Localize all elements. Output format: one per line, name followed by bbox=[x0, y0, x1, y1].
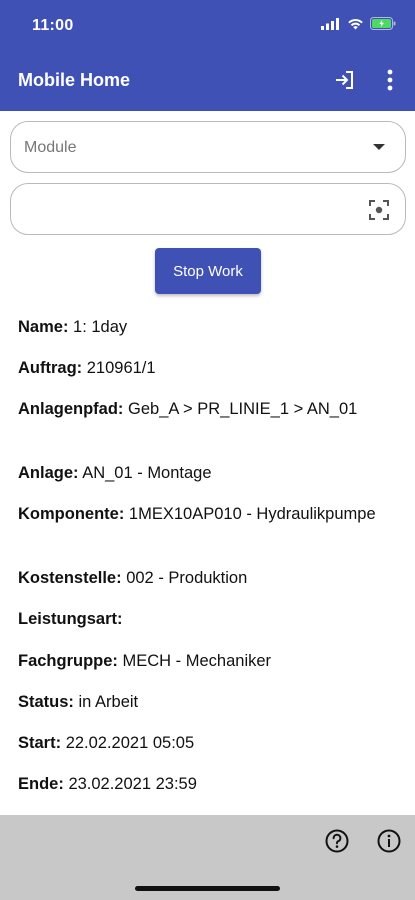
dropdown-arrow-icon bbox=[373, 144, 385, 150]
more-vert-icon bbox=[387, 69, 393, 91]
scan-field[interactable] bbox=[10, 183, 406, 235]
detail-row-start: Start: 22.02.2021 05:05 bbox=[18, 732, 403, 755]
home-indicator bbox=[135, 886, 280, 891]
detail-value: in Arbeit bbox=[78, 693, 139, 711]
detail-row-anlage: Anlage: AN_01 - Montage bbox=[18, 462, 403, 485]
signal-icon bbox=[321, 17, 339, 30]
scan-input[interactable] bbox=[24, 198, 354, 222]
detail-label: Auftrag: bbox=[18, 359, 83, 377]
detail-row-auftrag: Auftrag: 210961/1 bbox=[18, 357, 403, 380]
detail-value: 002 - Produktion bbox=[126, 569, 248, 587]
detail-label: Anlage: bbox=[18, 464, 79, 482]
wifi-icon bbox=[348, 18, 363, 29]
app-actions bbox=[329, 64, 405, 96]
detail-label: Leistungsart: bbox=[18, 610, 123, 628]
status-icons bbox=[321, 17, 397, 30]
info-icon[interactable] bbox=[376, 828, 402, 854]
detail-value: 1: 1day bbox=[73, 318, 128, 336]
detail-row-name: Name: 1: 1day bbox=[18, 316, 403, 339]
detail-row-leistungsart: Leistungsart: bbox=[18, 608, 403, 631]
header: 11:00 Mobile Home bbox=[0, 0, 415, 111]
detail-value: MECH - Mechaniker bbox=[122, 652, 272, 670]
detail-label: Fachgruppe: bbox=[18, 652, 118, 670]
detail-label: Anlagenpfad: bbox=[18, 400, 124, 418]
module-select[interactable]: Module bbox=[10, 121, 406, 173]
detail-label: Ende: bbox=[18, 775, 64, 793]
detail-label: Start: bbox=[18, 734, 62, 752]
detail-value: Geb_A > PR_LINIE_1 > AN_01 bbox=[128, 400, 358, 418]
detail-value: 22.02.2021 05:05 bbox=[65, 734, 195, 752]
detail-label: Komponente: bbox=[18, 505, 125, 523]
logout-button[interactable] bbox=[329, 64, 359, 96]
detail-row-fachgruppe: Fachgruppe: MECH - Mechaniker bbox=[18, 650, 403, 673]
detail-row-komponente: Komponente: 1MEX10AP010 - Hydraulikpumpe bbox=[18, 503, 403, 526]
module-select-placeholder: Module bbox=[24, 139, 77, 156]
app-title: Mobile Home bbox=[18, 70, 131, 90]
detail-row-ende: Ende: 23.02.2021 23:59 bbox=[18, 773, 403, 796]
stop-work-button[interactable]: Stop Work bbox=[155, 248, 261, 294]
detail-row-status: Status: in Arbeit bbox=[18, 691, 403, 714]
status-time: 11:00 bbox=[32, 17, 74, 34]
mobile-home-screen: 11:00 Mobile Home Module Stop Work Name:… bbox=[0, 0, 415, 900]
scan-icon[interactable] bbox=[367, 198, 391, 222]
more-options-button[interactable] bbox=[375, 64, 405, 96]
detail-label: Name: bbox=[18, 318, 69, 336]
detail-label: Kostenstelle: bbox=[18, 569, 122, 587]
detail-value: 210961/1 bbox=[86, 359, 156, 377]
battery-icon bbox=[370, 17, 396, 30]
bottom-bar bbox=[0, 815, 415, 900]
detail-label: Status: bbox=[18, 693, 74, 711]
detail-value: AN_01 - Montage bbox=[82, 464, 212, 482]
detail-value: 1MEX10AP010 - Hydraulikpumpe bbox=[128, 505, 376, 523]
detail-value: 23.02.2021 23:59 bbox=[68, 775, 197, 793]
detail-row-anlagenpfad: Anlagenpfad: Geb_A > PR_LINIE_1 > AN_01 bbox=[18, 398, 403, 421]
help-icon[interactable] bbox=[324, 828, 350, 854]
logout-icon bbox=[336, 71, 353, 89]
detail-row-kostenstelle: Kostenstelle: 002 - Produktion bbox=[18, 567, 403, 590]
